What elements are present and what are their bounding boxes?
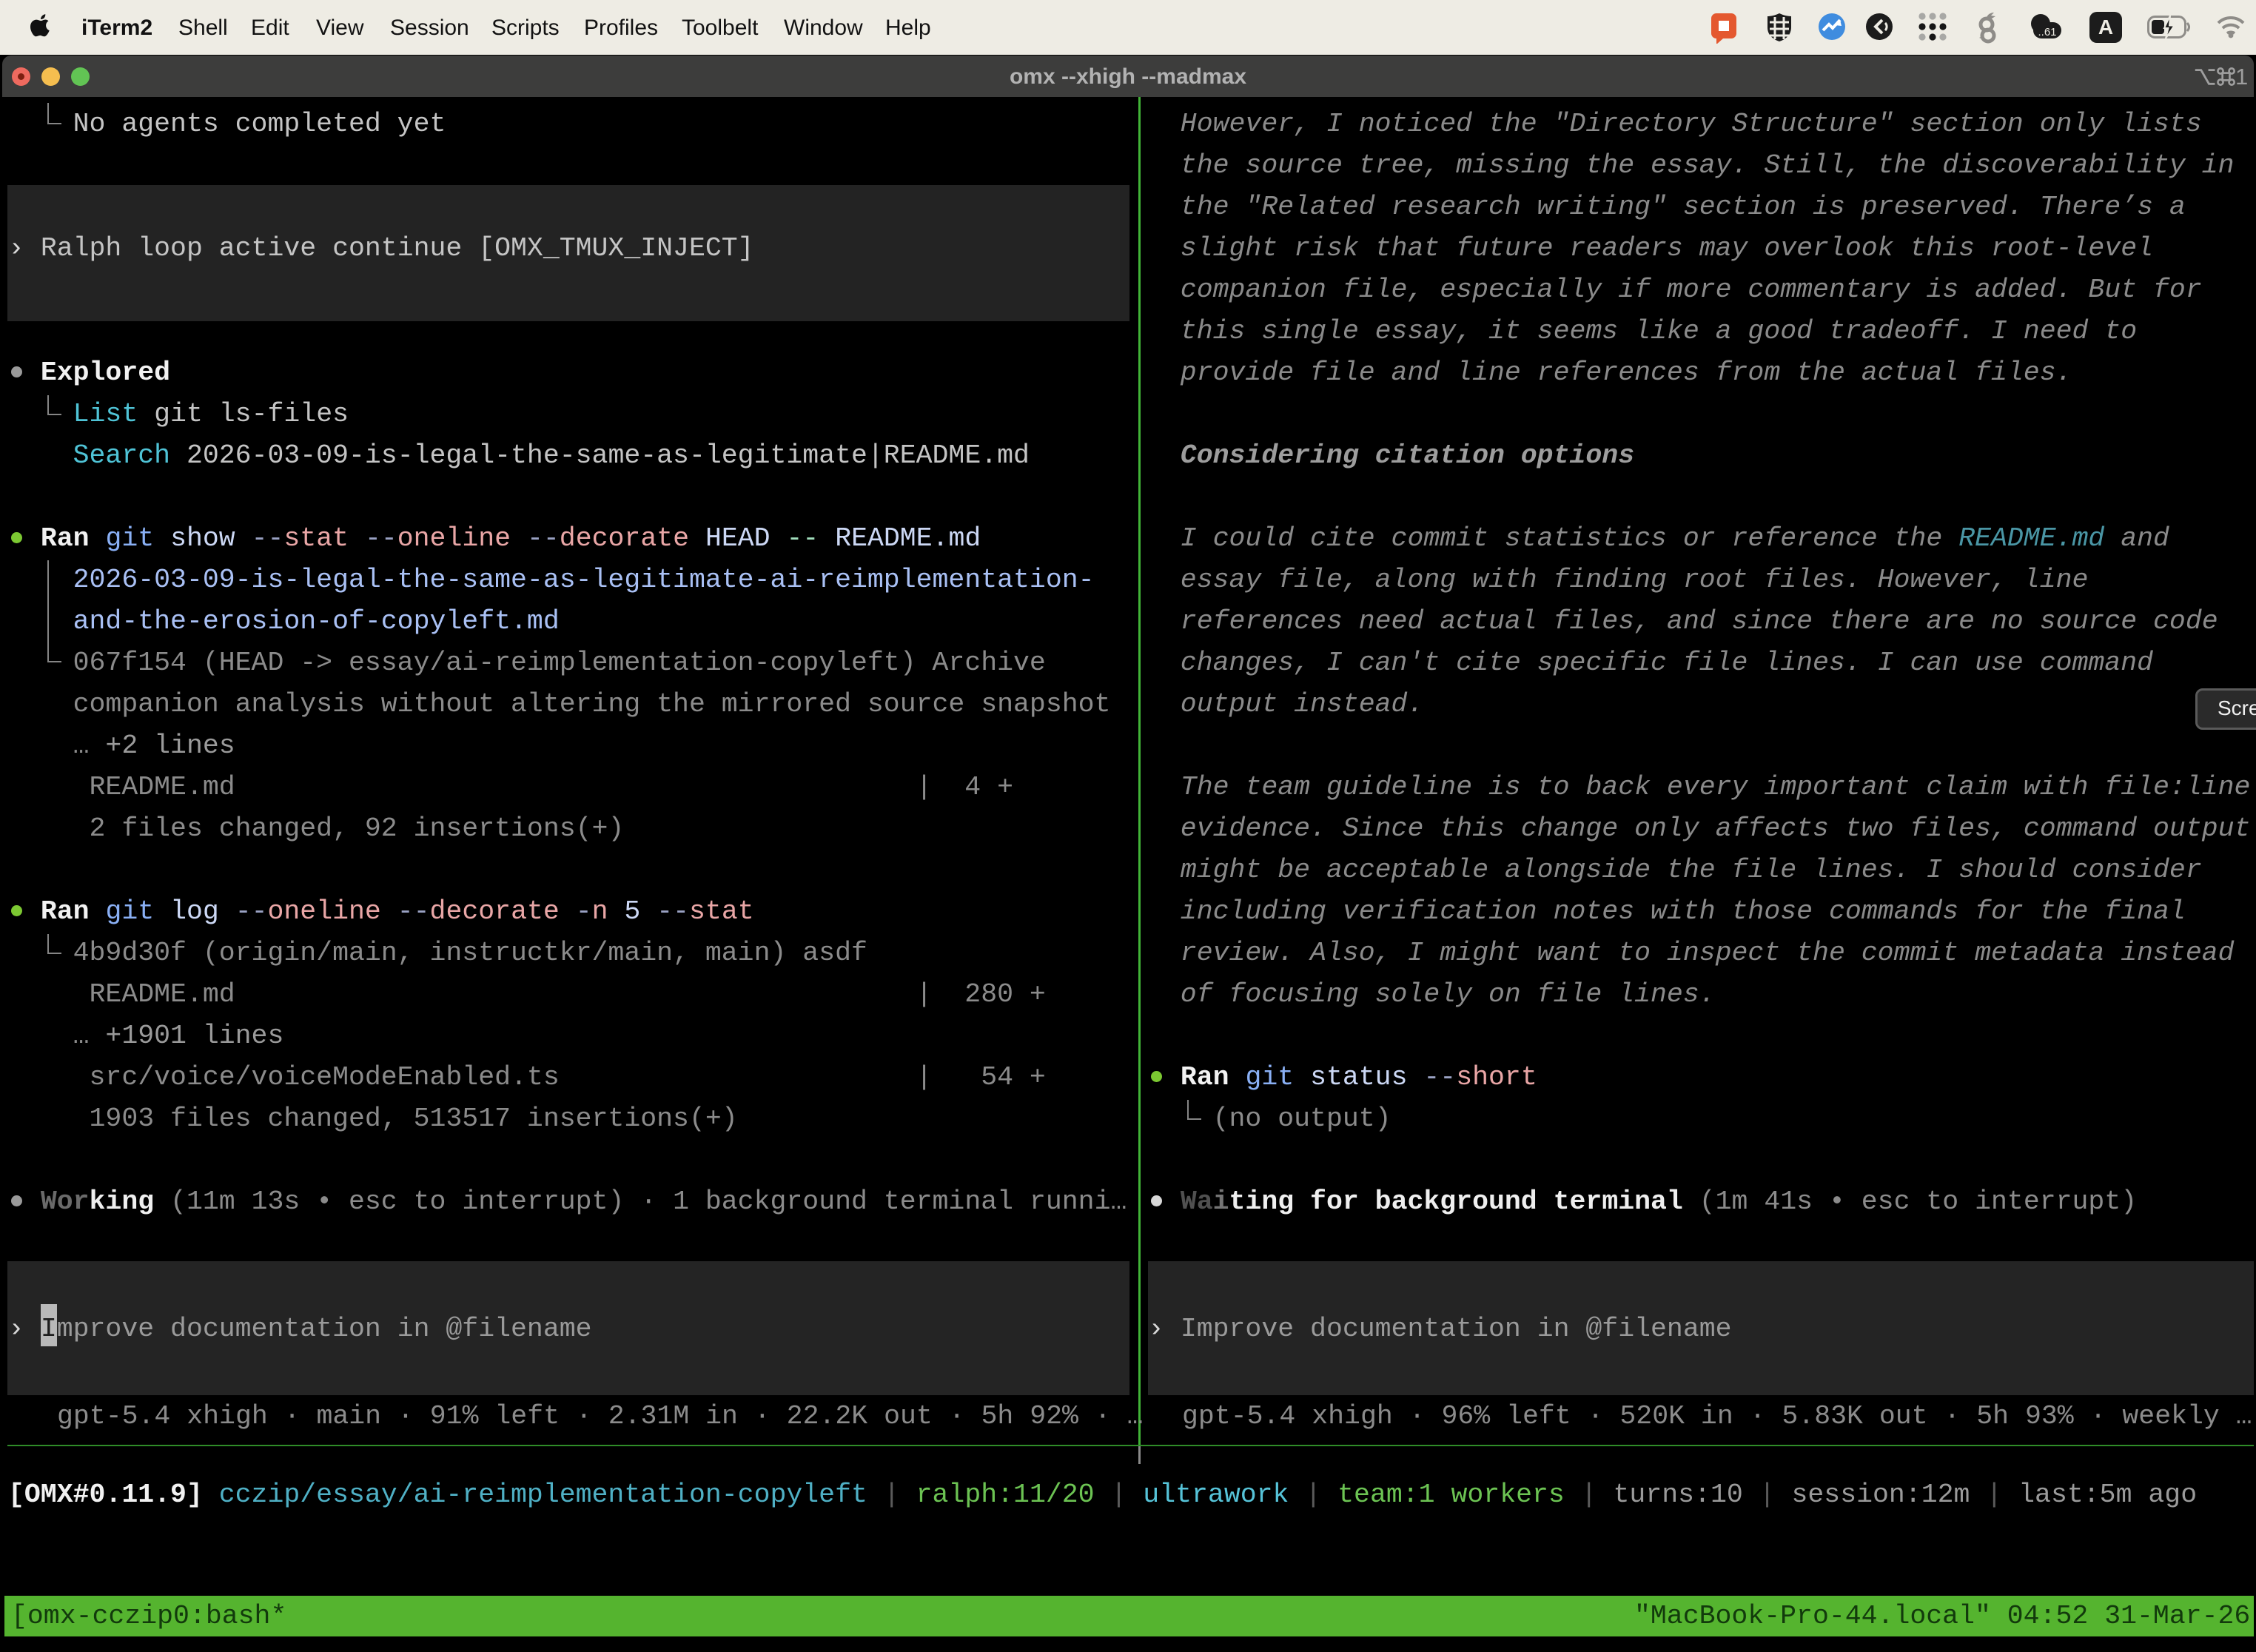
svg-text:..61: ..61 — [2038, 26, 2056, 38]
